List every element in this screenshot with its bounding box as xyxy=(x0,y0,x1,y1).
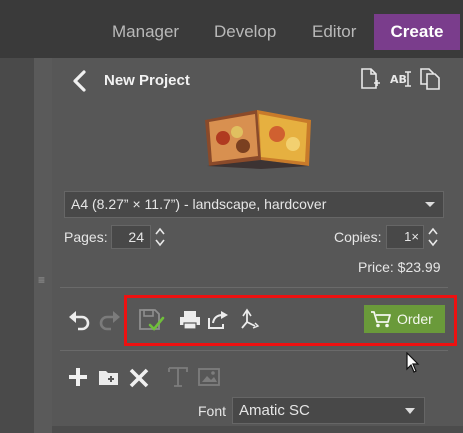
rename-icon[interactable]: AB xyxy=(389,67,413,91)
mouse-cursor-icon xyxy=(406,352,420,374)
tab-develop[interactable]: Develop xyxy=(214,14,276,50)
format-selected-value: A4 (8.27” × 11.7”) - landscape, hardcove… xyxy=(71,196,327,212)
font-dropdown[interactable]: Amatic SC xyxy=(232,397,425,424)
close-icon[interactable] xyxy=(128,367,150,389)
caret-down-icon xyxy=(404,405,416,417)
caret-down-icon xyxy=(423,196,437,212)
drag-handle-icon[interactable]: ≡ xyxy=(38,274,45,286)
copies-stepper-icon[interactable] xyxy=(427,225,439,249)
tab-create[interactable]: Create xyxy=(374,14,460,50)
project-title: New Project xyxy=(104,72,190,89)
tab-manager[interactable]: Manager xyxy=(112,14,179,50)
export-icon[interactable] xyxy=(239,308,261,332)
section-divider xyxy=(60,287,448,288)
new-page-icon[interactable] xyxy=(359,67,381,91)
panel-resize-divider[interactable] xyxy=(34,58,52,433)
pages-input[interactable]: 24 xyxy=(111,225,151,249)
preview-area xyxy=(0,58,34,433)
copies-input[interactable]: 1× xyxy=(386,225,424,249)
section-divider xyxy=(60,350,448,351)
price-text: Price: $23.99 xyxy=(358,259,441,275)
font-label: Font xyxy=(198,403,227,419)
pages-label: Pages: xyxy=(64,229,108,245)
cart-icon xyxy=(370,310,392,328)
order-button[interactable]: Order xyxy=(364,305,445,333)
image-icon[interactable] xyxy=(198,367,220,387)
svg-text:AB: AB xyxy=(390,73,407,86)
undo-icon[interactable] xyxy=(67,309,91,331)
print-icon[interactable] xyxy=(178,309,202,331)
order-label: Order xyxy=(397,311,433,327)
redo-icon[interactable] xyxy=(98,309,122,331)
tab-editor[interactable]: Editor xyxy=(312,14,356,50)
format-dropdown[interactable]: A4 (8.27” × 11.7”) - landscape, hardcove… xyxy=(64,191,444,218)
save-icon[interactable] xyxy=(138,308,166,334)
top-nav-bar: Manager Develop Editor Create xyxy=(0,0,463,58)
copies-label: Copies: xyxy=(334,229,382,245)
chevron-left-icon[interactable] xyxy=(70,70,90,92)
text-icon[interactable] xyxy=(167,365,189,389)
photobook-thumbnail xyxy=(199,106,319,170)
copy-icon[interactable] xyxy=(418,67,442,91)
add-folder-icon[interactable] xyxy=(97,367,121,387)
panel-bottom-edge xyxy=(52,426,463,433)
share-icon[interactable] xyxy=(206,309,230,331)
font-selected-value: Amatic SC xyxy=(239,402,310,419)
plus-icon[interactable] xyxy=(67,366,89,388)
pages-stepper-icon[interactable] xyxy=(154,225,166,249)
